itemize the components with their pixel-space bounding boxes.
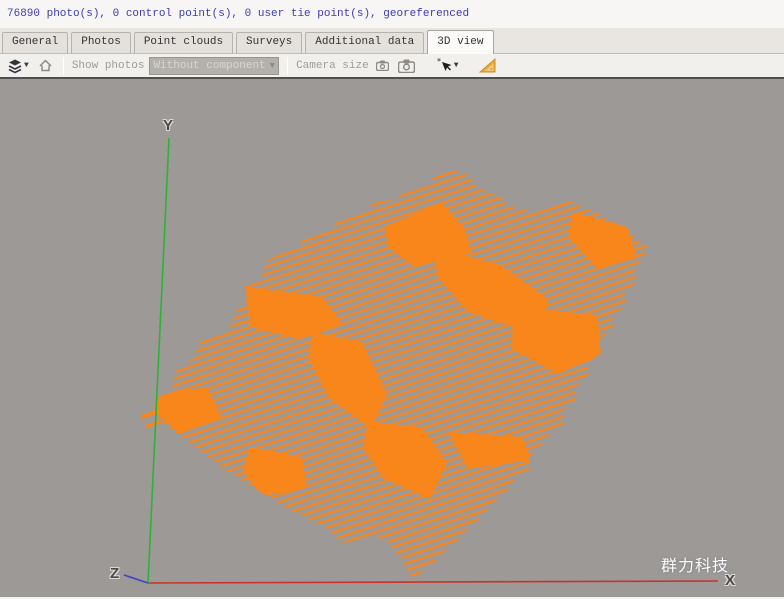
chevron-down-icon: ▼: [270, 61, 275, 71]
tab-point-clouds[interactable]: Point clouds: [134, 32, 233, 53]
x-axis-line: [148, 581, 718, 583]
flight-lines-pattern: [130, 149, 675, 597]
home-icon: [38, 58, 53, 73]
select-wand-icon: *: [437, 58, 453, 74]
project-status-text: 76890 photo(s), 0 control point(s), 0 us…: [7, 8, 469, 20]
3d-scene: [0, 79, 784, 597]
vendor-watermark: 群力科技: [661, 552, 729, 576]
home-view-button[interactable]: [36, 56, 55, 76]
svg-text:*: *: [437, 58, 441, 66]
decrease-camera-size-button[interactable]: [374, 56, 391, 76]
selection-dropdown-arrow: ▼: [454, 61, 459, 70]
status-bar: 76890 photo(s), 0 control point(s), 0 us…: [0, 0, 784, 28]
tab-additional-data[interactable]: Additional data: [305, 32, 424, 53]
app-window: 76890 photo(s), 0 control point(s), 0 us…: [0, 0, 784, 599]
selection-tool-button[interactable]: * ▼: [435, 56, 461, 76]
camera-large-icon: [398, 59, 415, 73]
component-filter-dropdown[interactable]: Without component ▼: [149, 57, 279, 75]
tab-general[interactable]: General: [2, 32, 68, 53]
layers-dropdown-arrow: ▼: [24, 61, 29, 70]
increase-camera-size-button[interactable]: [396, 56, 417, 76]
z-axis-label: Z: [110, 565, 119, 582]
toolbar-separator: [287, 57, 288, 75]
measure-triangle-icon: [479, 58, 496, 73]
tab-3d-view[interactable]: 3D view: [427, 30, 493, 54]
tab-bar: General Photos Point clouds Surveys Addi…: [0, 28, 784, 54]
3d-view-toolbar: ▼ Show photos Without component ▼ Camera…: [0, 54, 784, 79]
y-axis-line: [148, 138, 169, 583]
component-filter-value: Without component: [153, 60, 265, 72]
layers-icon: [7, 58, 23, 74]
camera-small-icon: [376, 60, 389, 71]
tab-photos[interactable]: Photos: [71, 32, 131, 53]
3d-viewport[interactable]: Y Z X 群力科技: [0, 79, 784, 597]
camera-size-label: Camera size: [296, 60, 369, 72]
layers-button[interactable]: ▼: [5, 56, 31, 76]
y-axis-label: Y: [163, 117, 173, 134]
measurement-tool-button[interactable]: [477, 56, 498, 76]
show-photos-label: Show photos: [72, 60, 145, 72]
flight-line-stub: [145, 420, 162, 428]
toolbar-separator: [63, 57, 64, 75]
z-axis-line: [124, 575, 148, 583]
tab-surveys[interactable]: Surveys: [236, 32, 302, 53]
